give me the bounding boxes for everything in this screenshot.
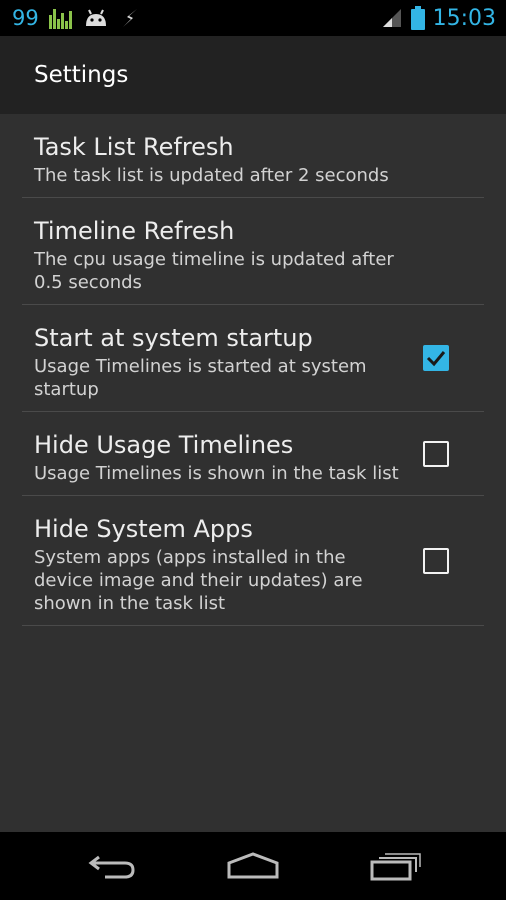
pref-summary: The cpu usage timeline is updated after … xyxy=(34,249,394,293)
android-icon xyxy=(83,8,109,28)
start-at-startup-checkbox[interactable] xyxy=(423,345,449,371)
pref-summary: Usage Timelines is started at system sta… xyxy=(34,356,367,400)
pref-hide-system-apps[interactable]: Hide System Apps System apps (apps insta… xyxy=(22,496,484,626)
back-icon xyxy=(88,855,135,879)
checkmark-icon xyxy=(426,351,446,367)
recent-apps-button[interactable] xyxy=(345,832,445,900)
pref-title: Start at system startup xyxy=(34,324,313,352)
cpu-bars-icon xyxy=(48,7,73,29)
pref-summary: Usage Timelines is shown in the task lis… xyxy=(34,463,399,484)
battery-icon xyxy=(410,6,425,30)
pref-start-at-startup[interactable]: Start at system startup Usage Timelines … xyxy=(22,305,484,412)
navigation-bar xyxy=(0,832,506,900)
pref-title: Task List Refresh xyxy=(34,133,234,161)
battery-level-text: 99 xyxy=(12,6,39,30)
pref-title: Hide Usage Timelines xyxy=(34,431,294,459)
home-button[interactable] xyxy=(203,832,303,900)
pref-timeline-refresh[interactable]: Timeline Refresh The cpu usage timeline … xyxy=(22,198,484,305)
usb-debug-icon xyxy=(119,7,141,29)
pref-title: Hide System Apps xyxy=(34,515,253,543)
back-button[interactable] xyxy=(62,832,162,900)
hide-system-apps-checkbox[interactable] xyxy=(423,547,449,574)
home-icon xyxy=(227,852,279,879)
action-bar: Settings xyxy=(0,36,506,114)
status-bar: 99 15:03 xyxy=(0,0,506,36)
page-title: Settings xyxy=(34,62,129,88)
pref-summary: The task list is updated after 2 seconds xyxy=(34,165,389,186)
preferences-list: Task List Refresh The task list is updat… xyxy=(22,114,484,626)
recent-apps-icon xyxy=(370,853,421,881)
hide-usage-timelines-checkbox[interactable] xyxy=(423,440,449,467)
status-clock: 15:03 xyxy=(432,5,496,31)
pref-title: Timeline Refresh xyxy=(34,217,235,245)
signal-icon xyxy=(381,7,403,29)
pref-hide-usage-timelines[interactable]: Hide Usage Timelines Usage Timelines is … xyxy=(22,412,484,496)
pref-task-list-refresh[interactable]: Task List Refresh The task list is updat… xyxy=(22,114,484,198)
pref-summary: System apps (apps installed in the devic… xyxy=(34,547,363,614)
